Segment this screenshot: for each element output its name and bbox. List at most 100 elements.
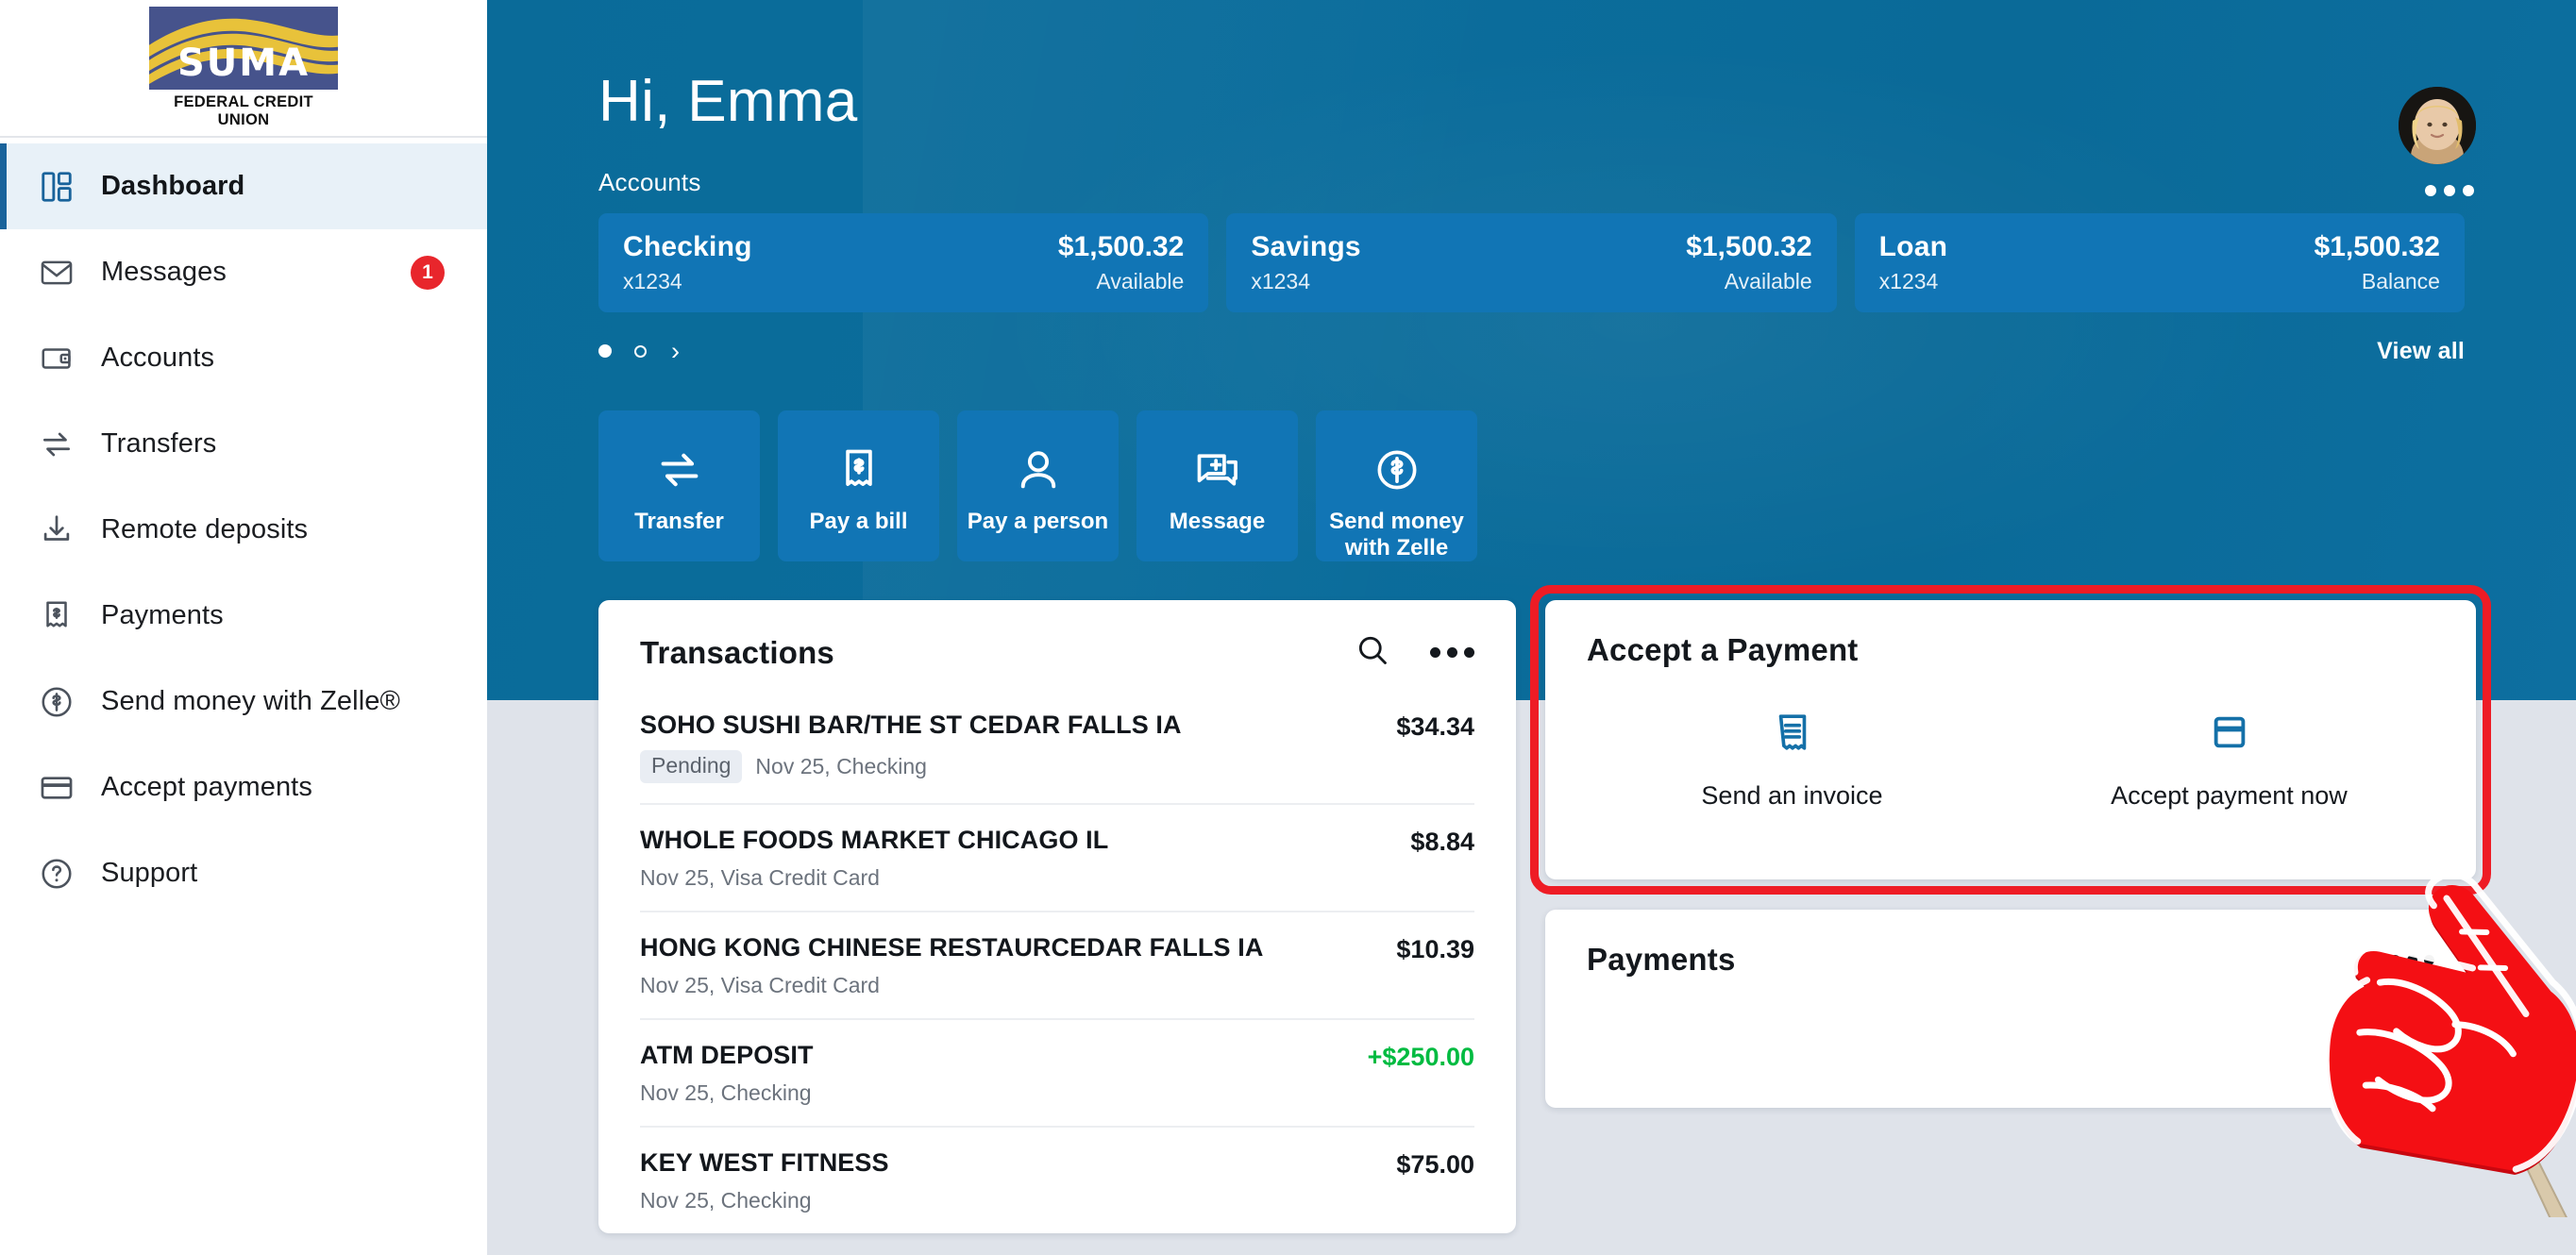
sidebar-item-send-money-zelle[interactable]: Send money with Zelle® — [0, 659, 487, 745]
transfer-arrows-icon — [655, 439, 704, 501]
quick-actions: Transfer Pay a bill Pay a person Message… — [598, 410, 2465, 561]
sidebar-item-label: Support — [101, 858, 198, 888]
payments-header: Payments — [1545, 910, 2476, 978]
carousel-dot-2[interactable] — [634, 344, 647, 358]
quick-action-transfer[interactable]: Transfer — [598, 410, 760, 561]
question-circle-icon — [33, 850, 80, 897]
accept-payment-header: Accept a Payment — [1545, 600, 2476, 668]
transactions-column: Transactions SOHO SUSHI BAR/THE ST CEDAR… — [598, 600, 1516, 1233]
logo-subtitle: FEDERAL CREDIT UNION — [174, 93, 313, 128]
sidebar-item-payments[interactable]: Payments — [0, 573, 487, 659]
transaction-description: ATM DEPOSIT — [640, 1041, 814, 1069]
logo-mark: SUMA — [149, 7, 338, 90]
chevron-right-icon[interactable]: › — [671, 338, 680, 364]
transaction-amount: $34.34 — [1396, 712, 1474, 741]
download-icon — [33, 507, 80, 554]
account-balance: $1,500.32 — [1057, 231, 1185, 262]
message-plus-icon — [1193, 439, 1242, 501]
account-number: x1234 — [623, 269, 682, 293]
panel-title: Payments — [1587, 942, 1736, 977]
transaction-description: KEY WEST FITNESS — [640, 1148, 889, 1177]
dollar-circle-icon — [1372, 439, 1422, 501]
status-badge: Pending — [640, 750, 743, 783]
table-row[interactable]: HONG KONG CHINESE RESTAURCEDAR FALLS IA … — [640, 911, 1474, 1018]
sidebar-item-label: Accept payments — [101, 772, 312, 802]
transactions-overflow-menu[interactable] — [1430, 647, 1474, 658]
carousel-dot-1[interactable] — [598, 344, 612, 358]
account-card-loan[interactable]: Loan x1234 $1,500.32 Balance — [1854, 213, 2465, 312]
account-number: x1234 — [1251, 269, 1310, 293]
quick-action-send-money-zelle[interactable]: Send money with Zelle — [1316, 410, 1477, 561]
receipt-icon — [1771, 706, 1814, 759]
dashboard-panels: Transactions SOHO SUSHI BAR/THE ST CEDAR… — [598, 585, 2491, 1233]
table-row[interactable]: SOHO SUSHI BAR/THE ST CEDAR FALLS IA Pen… — [640, 705, 1474, 803]
account-balance: $1,500.32 — [1686, 231, 1812, 262]
transaction-description: HONG KONG CHINESE RESTAURCEDAR FALLS IA — [640, 933, 1264, 962]
account-balance-label: Balance — [2361, 269, 2440, 293]
credit-card-icon — [33, 764, 80, 812]
sidebar-item-accept-payments[interactable]: Accept payments — [0, 745, 487, 830]
quick-action-label: Pay a person — [967, 509, 1109, 534]
transactions-panel: Transactions SOHO SUSHI BAR/THE ST CEDAR… — [598, 600, 1516, 1233]
view-all-link[interactable]: View all — [2377, 338, 2465, 365]
transaction-meta: Nov 25, Visa Credit Card — [640, 973, 880, 997]
sidebar-item-support[interactable]: Support — [0, 830, 487, 916]
account-name: Loan — [1878, 231, 1948, 262]
transaction-amount: $10.39 — [1396, 935, 1474, 963]
sidebar-item-label: Send money with Zelle® — [101, 686, 400, 716]
accounts-carousel: › View all — [598, 335, 2465, 367]
table-row[interactable]: WHOLE FOODS MARKET CHICAGO IL Nov 25, Vi… — [640, 803, 1474, 911]
transaction-amount: +$250.00 — [1367, 1043, 1474, 1071]
transfer-arrows-icon — [33, 421, 80, 468]
sidebar-item-transfers[interactable]: Transfers — [0, 401, 487, 487]
payments-overflow-menu[interactable] — [2390, 954, 2434, 965]
sidebar-item-messages[interactable]: Messages 1 — [0, 229, 487, 315]
sidebar-item-remote-deposits[interactable]: Remote deposits — [0, 487, 487, 573]
quick-action-label: Pay a bill — [809, 509, 908, 534]
sidebar-item-label: Transfers — [101, 428, 217, 459]
hero-inner: Hi, Emma Accounts Checking x1234 $1,500.… — [487, 0, 2576, 561]
quick-action-label: Transfer — [634, 509, 724, 534]
transaction-meta: Nov 25, Checking — [755, 754, 927, 778]
quick-action-pay-a-person[interactable]: Pay a person — [957, 410, 1119, 561]
accept-payment-options: Send an invoice Accept payment now — [1545, 706, 2476, 811]
accept-payment-now-button[interactable]: Accept payment now — [2011, 706, 2448, 811]
brand-logo[interactable]: SUMA FEDERAL CREDIT UNION — [0, 0, 487, 138]
sidebar-item-label: Messages — [101, 257, 227, 287]
dollar-circle-icon — [33, 678, 80, 726]
bill-dollar-icon — [33, 593, 80, 640]
logo-wordmark: SUMA — [177, 42, 311, 85]
table-row[interactable]: ATM DEPOSIT Nov 25, Checking +$250.00 — [640, 1018, 1474, 1126]
account-name: Savings — [1251, 231, 1361, 262]
panel-title: Accept a Payment — [1587, 632, 1859, 667]
account-cards: Checking x1234 $1,500.32 Available Savin… — [598, 213, 2465, 312]
bill-dollar-icon — [834, 439, 884, 501]
quick-action-label: Send money with Zelle — [1329, 509, 1464, 561]
sidebar-item-dashboard[interactable]: Dashboard — [0, 143, 487, 229]
account-card-savings[interactable]: Savings x1234 $1,500.32 Available — [1226, 213, 1837, 312]
transaction-meta: Nov 25, Checking — [640, 1188, 812, 1213]
credit-card-icon — [2208, 706, 2251, 759]
wallet-icon — [33, 335, 80, 382]
accept-option-label: Accept payment now — [2111, 781, 2348, 810]
dashboard-grid-icon — [33, 163, 80, 210]
sidebar-item-label: Payments — [101, 600, 224, 630]
quick-action-message[interactable]: Message — [1136, 410, 1298, 561]
search-icon[interactable] — [1355, 632, 1390, 673]
table-row[interactable]: KEY WEST FITNESS Nov 25, Checking $75.00 — [640, 1126, 1474, 1233]
sidebar-item-accounts[interactable]: Accounts — [0, 315, 487, 401]
account-balance: $1,500.32 — [2314, 231, 2440, 262]
quick-action-label: Message — [1169, 509, 1266, 534]
transaction-amount: $8.84 — [1410, 828, 1474, 856]
transaction-meta: Nov 25, Visa Credit Card — [640, 865, 880, 890]
transaction-description: SOHO SUSHI BAR/THE ST CEDAR FALLS IA — [640, 711, 1182, 739]
avatar[interactable] — [2399, 87, 2476, 164]
send-an-invoice-button[interactable]: Send an invoice — [1574, 706, 2011, 811]
right-column: Accept a Payment Send an invoice Accept … — [1530, 585, 2491, 1233]
header-overflow-menu[interactable] — [2425, 185, 2474, 196]
account-card-checking[interactable]: Checking x1234 $1,500.32 Available — [598, 213, 1209, 312]
status-badge: 1 — [411, 255, 445, 290]
panel-title: Transactions — [640, 634, 834, 670]
quick-action-pay-a-bill[interactable]: Pay a bill — [778, 410, 939, 561]
accept-payment-panel: Accept a Payment Send an invoice Accept … — [1545, 600, 2476, 879]
